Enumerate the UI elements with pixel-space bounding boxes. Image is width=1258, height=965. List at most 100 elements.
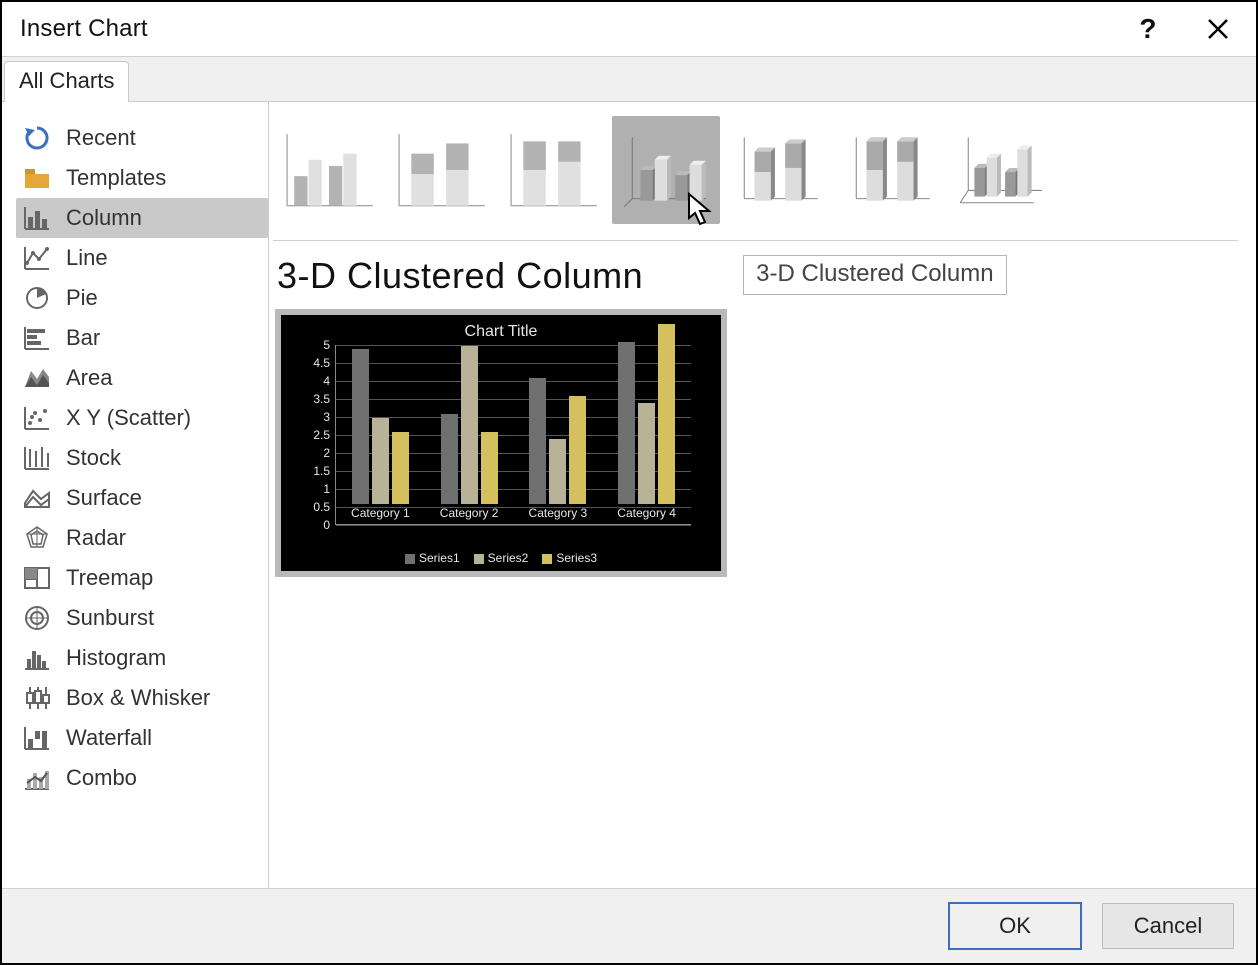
sidebar-item-label: Radar [66, 525, 126, 551]
insert-chart-dialog: Insert Chart ? All Charts Recent [0, 0, 1258, 965]
treemap-chart-icon [22, 564, 52, 592]
chart-bar [638, 403, 655, 504]
close-button[interactable] [1198, 9, 1238, 49]
sidebar-item-waterfall[interactable]: Waterfall [16, 718, 268, 758]
ok-button[interactable]: OK [948, 902, 1082, 950]
y-tick-label: 2.5 [313, 428, 336, 442]
y-tick-label: 5 [323, 338, 336, 352]
sidebar-item-label: Recent [66, 125, 136, 151]
sidebar-item-boxwhisker[interactable]: Box & Whisker [16, 678, 268, 718]
y-tick-label: 3.5 [313, 392, 336, 406]
sidebar-item-templates[interactable]: Templates [16, 158, 268, 198]
sidebar-item-histogram[interactable]: Histogram [16, 638, 268, 678]
sidebar-item-bar[interactable]: Bar [16, 318, 268, 358]
pie-chart-icon [22, 284, 52, 312]
y-tick-label: 2 [323, 446, 336, 460]
dialog-body: Recent Templates Column Line [2, 102, 1256, 888]
chart-preview-tile[interactable]: Chart Title 0 0.5 1 1.5 2 2.5 3 3.5 4 4.5 5 Categor… [275, 309, 727, 577]
legend-entry: Series2 [474, 551, 529, 565]
dialog-footer: OK Cancel [2, 888, 1256, 963]
y-tick-label: 3 [323, 410, 336, 424]
category-label: Category 1 [351, 506, 410, 520]
sidebar-item-column[interactable]: Column [16, 198, 268, 238]
column-chart-icon [22, 204, 52, 232]
cancel-button[interactable]: Cancel [1102, 903, 1234, 949]
y-tick-label: 0 [323, 518, 336, 532]
surface-chart-icon [22, 484, 52, 512]
sidebar-item-label: Surface [66, 485, 142, 511]
y-tick-label: 0.5 [313, 500, 336, 514]
chart-bar [549, 439, 566, 504]
category-label: Category 4 [617, 506, 676, 520]
sidebar-item-label: X Y (Scatter) [66, 405, 191, 431]
folder-icon [22, 164, 52, 192]
subtype-3d-column[interactable] [948, 116, 1056, 224]
sidebar-item-area[interactable]: Area [16, 358, 268, 398]
sidebar-item-label: Sunburst [66, 605, 154, 631]
bar-chart-icon [22, 324, 52, 352]
subtype-clustered-column[interactable] [276, 116, 384, 224]
y-tick-label: 4.5 [313, 356, 336, 370]
sidebar-item-label: Line [66, 245, 108, 271]
chart-bar [658, 324, 675, 504]
y-tick-label: 1 [323, 482, 336, 496]
sidebar-item-label: Column [66, 205, 142, 231]
sidebar-item-pie[interactable]: Pie [16, 278, 268, 318]
sidebar-item-treemap[interactable]: Treemap [16, 558, 268, 598]
chart-bar [529, 378, 546, 504]
subtype-heading-row: 3-D Clustered Column 3-D Clustered Colum… [273, 255, 1238, 297]
chart-bar [481, 432, 498, 504]
sidebar-item-label: Templates [66, 165, 166, 191]
sidebar-item-label: Combo [66, 765, 137, 791]
subtype-3d-stacked-column[interactable] [724, 116, 832, 224]
chart-legend: Series1 Series2 Series3 [281, 545, 721, 567]
scatter-chart-icon [22, 404, 52, 432]
sidebar-item-label: Bar [66, 325, 100, 351]
recent-icon [22, 124, 52, 152]
line-chart-icon [22, 244, 52, 272]
box-whisker-icon [22, 684, 52, 712]
chart-type-sidebar: Recent Templates Column Line [2, 102, 269, 888]
sidebar-item-combo[interactable]: Combo [16, 758, 268, 798]
sidebar-item-stock[interactable]: Stock [16, 438, 268, 478]
sidebar-item-surface[interactable]: Surface [16, 478, 268, 518]
sidebar-item-label: Area [66, 365, 112, 391]
chart-bar [569, 396, 586, 504]
sidebar-item-label: Waterfall [66, 725, 152, 751]
chart-bar [352, 349, 369, 504]
sidebar-item-label: Histogram [66, 645, 166, 671]
chart-preview-title: Chart Title [281, 323, 721, 341]
category-label: Category 3 [529, 506, 588, 520]
legend-entry: Series1 [405, 551, 460, 565]
sidebar-item-recent[interactable]: Recent [16, 118, 268, 158]
y-tick-label: 1.5 [313, 464, 336, 478]
waterfall-chart-icon [22, 724, 52, 752]
subtype-3d-100pct-stacked-column[interactable] [836, 116, 944, 224]
sidebar-item-label: Treemap [66, 565, 153, 591]
sidebar-item-radar[interactable]: Radar [16, 518, 268, 558]
subtype-3d-clustered-column[interactable] [612, 116, 720, 224]
y-tick-label: 4 [323, 374, 336, 388]
sidebar-item-sunburst[interactable]: Sunburst [16, 598, 268, 638]
dialog-tabs: All Charts [2, 56, 1256, 102]
close-icon [1206, 17, 1230, 41]
stock-chart-icon [22, 444, 52, 472]
chart-preview: Chart Title 0 0.5 1 1.5 2 2.5 3 3.5 4 4.5 5 Categor… [281, 315, 721, 571]
subtype-stacked-column[interactable] [388, 116, 496, 224]
category-label: Category 2 [440, 506, 499, 520]
area-chart-icon [22, 364, 52, 392]
combo-chart-icon [22, 764, 52, 792]
subtype-tooltip: 3-D Clustered Column [743, 255, 1006, 295]
sidebar-item-scatter[interactable]: X Y (Scatter) [16, 398, 268, 438]
radar-chart-icon [22, 524, 52, 552]
histogram-chart-icon [22, 644, 52, 672]
chart-bar [461, 346, 478, 504]
chart-bar [372, 418, 389, 504]
help-button[interactable]: ? [1128, 9, 1168, 49]
sidebar-item-label: Box & Whisker [66, 685, 210, 711]
subtype-100pct-stacked-column[interactable] [500, 116, 608, 224]
tab-all-charts[interactable]: All Charts [4, 61, 129, 102]
sidebar-item-label: Pie [66, 285, 98, 311]
sidebar-item-line[interactable]: Line [16, 238, 268, 278]
chart-bar [618, 342, 635, 504]
